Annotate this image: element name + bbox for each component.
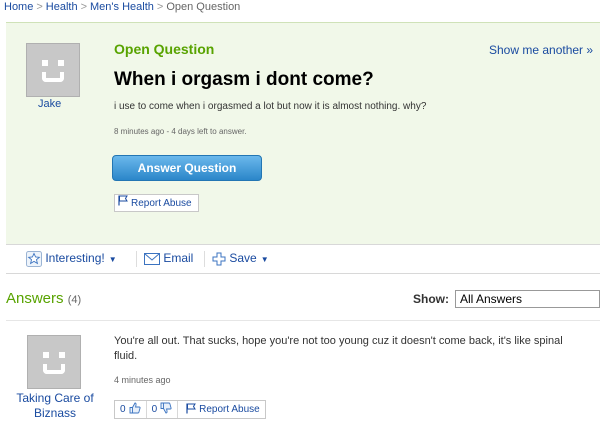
dropdown-arrow-icon: ▼ xyxy=(108,255,117,265)
question-meta: 8 minutes ago - 4 days left to answer. xyxy=(114,127,247,136)
action-divider xyxy=(204,251,205,267)
question-action-bar: Interesting! ▼ Email Save ▼ xyxy=(6,244,600,274)
avatar-eye xyxy=(59,352,65,358)
email-label: Email xyxy=(163,251,194,265)
thumbs-down-button[interactable]: 0 xyxy=(147,401,179,418)
avatar-eye xyxy=(43,352,49,358)
answer-divider xyxy=(6,320,600,321)
interesting-button[interactable]: Interesting! ▼ xyxy=(26,251,117,267)
flag-icon xyxy=(118,195,128,212)
asker-name[interactable]: Jake xyxy=(38,98,61,110)
answers-count: (4) xyxy=(67,294,82,306)
star-icon xyxy=(26,251,42,267)
avatar-mouth xyxy=(43,364,65,374)
open-question-label: Open Question xyxy=(114,41,215,57)
answerer-avatar[interactable] xyxy=(27,335,81,389)
show-filter-label: Show: xyxy=(413,292,449,306)
action-divider xyxy=(136,251,137,267)
avatar-mouth xyxy=(42,72,64,82)
answer-text: You're all out. That sucks, hope you're … xyxy=(114,335,563,362)
breadcrumb-separator: > xyxy=(80,1,88,13)
report-abuse-label: Report Abuse xyxy=(199,404,260,415)
thumbs-up-button[interactable]: 0 xyxy=(115,401,147,418)
thumbs-down-icon xyxy=(157,402,172,417)
answer-report-abuse-button[interactable]: Report Abuse xyxy=(178,401,265,418)
answer-vote-bar: 0 0 Report Abuse xyxy=(114,400,266,419)
plus-icon xyxy=(212,251,226,266)
show-filter-select[interactable]: All Answers xyxy=(455,290,600,308)
avatar-eye xyxy=(42,60,48,66)
avatar-eye xyxy=(58,60,64,66)
answers-title: Answers xyxy=(6,290,64,307)
breadcrumb-current: Open Question xyxy=(166,1,241,13)
answer-question-button[interactable]: Answer Question xyxy=(112,155,262,181)
breadcrumb-separator: > xyxy=(36,1,43,13)
breadcrumb-separator: > xyxy=(156,1,164,13)
flag-icon xyxy=(183,403,197,417)
save-button[interactable]: Save ▼ xyxy=(212,251,269,266)
answer-meta: 4 minutes ago xyxy=(114,375,171,385)
interesting-label: Interesting! xyxy=(45,251,105,266)
breadcrumb-health[interactable]: Health xyxy=(46,1,78,13)
save-label: Save xyxy=(229,251,257,265)
thumbs-up-icon xyxy=(126,402,141,417)
email-button[interactable]: Email xyxy=(144,251,193,265)
answerer-name[interactable]: Taking Care of Biznass xyxy=(16,391,94,421)
show-another-link[interactable]: Show me another » xyxy=(489,43,593,57)
answers-heading: Answers (4) xyxy=(6,290,81,307)
envelope-icon xyxy=(144,251,160,265)
dropdown-arrow-icon: ▼ xyxy=(260,255,269,264)
question-title: When i orgasm i dont come? xyxy=(114,69,374,90)
breadcrumb-mens-health[interactable]: Men's Health xyxy=(90,1,154,13)
asker-avatar[interactable] xyxy=(26,43,80,97)
report-abuse-button[interactable]: Report Abuse xyxy=(114,194,199,212)
breadcrumb-home[interactable]: Home xyxy=(4,1,33,13)
report-abuse-label: Report Abuse xyxy=(131,198,192,210)
breadcrumb: Home > Health > Men's Health > Open Question xyxy=(4,1,240,13)
question-body: i use to come when i orgasmed a lot but … xyxy=(114,101,427,112)
